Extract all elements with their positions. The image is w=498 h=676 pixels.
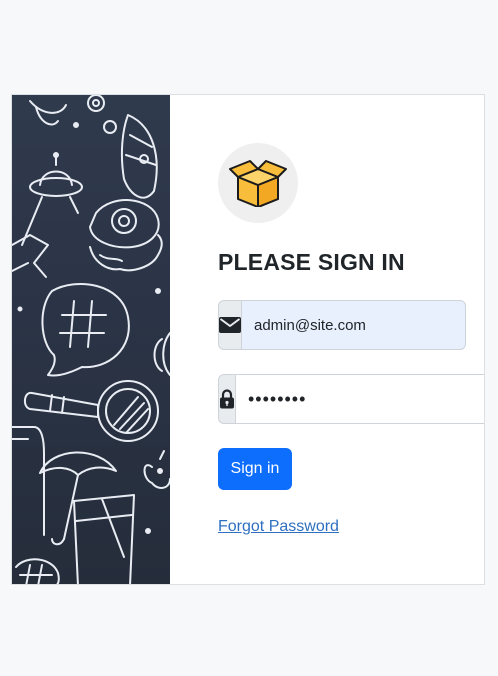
open-box-icon	[229, 160, 287, 207]
login-form-panel: PLEASE SIGN IN Sign in F	[170, 95, 484, 584]
logo-badge	[218, 143, 298, 223]
login-card: PLEASE SIGN IN Sign in F	[11, 94, 485, 585]
sign-in-button[interactable]: Sign in	[218, 448, 292, 490]
doodle-art-panel	[12, 95, 170, 584]
page-title: PLEASE SIGN IN	[218, 249, 405, 275]
doodle-illustration	[12, 95, 170, 584]
forgot-password-link[interactable]: Forgot Password	[218, 518, 339, 536]
email-input-group	[218, 300, 466, 350]
envelope-icon	[218, 300, 242, 350]
email-field[interactable]	[242, 300, 466, 350]
lock-icon	[218, 374, 236, 424]
password-input-group	[218, 374, 484, 424]
password-field[interactable]	[236, 374, 484, 424]
